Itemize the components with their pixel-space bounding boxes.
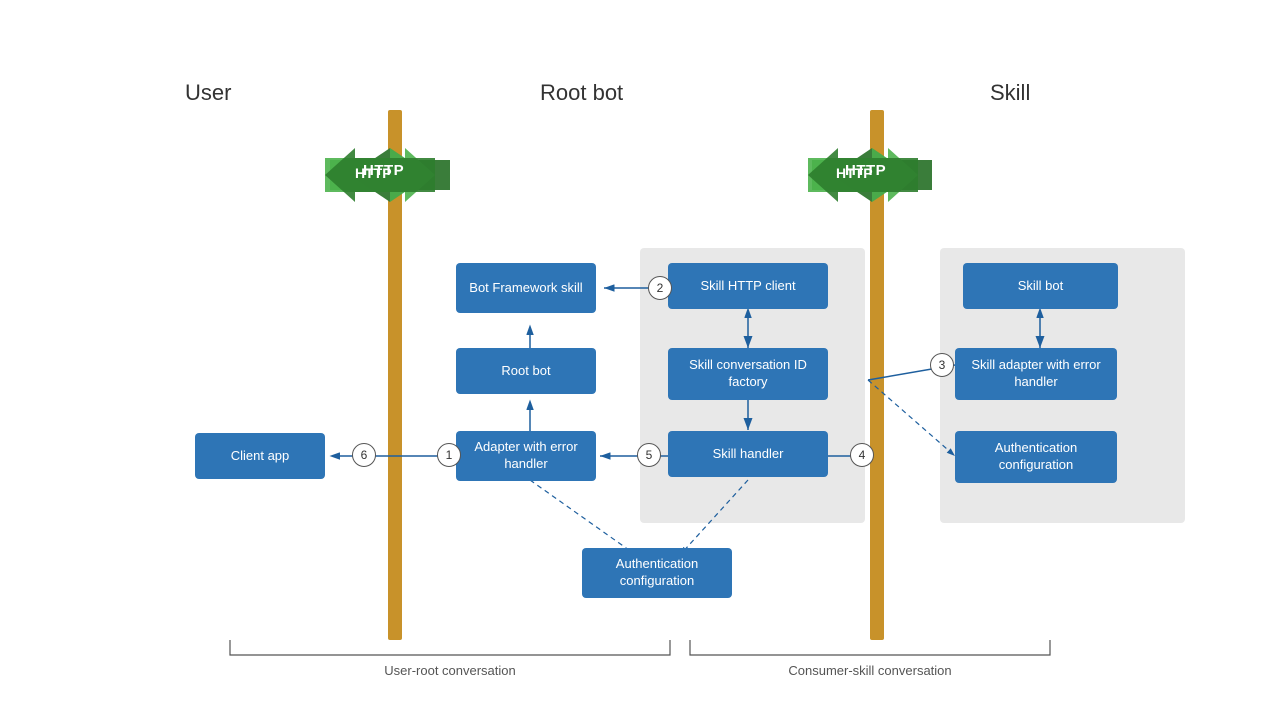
diagram-container: User Root bot Skill — [0, 0, 1280, 720]
skill-conv-id-factory-box: Skill conversation ID factory — [668, 348, 828, 400]
circle-6: 6 — [352, 443, 376, 467]
http-left-text: HTTP — [363, 162, 404, 179]
root-bot-label: Root bot — [540, 80, 623, 106]
circle-1: 1 — [437, 443, 461, 467]
skill-http-client-box: Skill HTTP client — [668, 263, 828, 309]
auth-config-bottom-box: Authentication configuration — [582, 548, 732, 598]
skill-bot-box: Skill bot — [963, 263, 1118, 309]
circle-4: 4 — [850, 443, 874, 467]
adapter-error-handler-box: Adapter with error handler — [456, 431, 596, 481]
client-app-box: Client app — [195, 433, 325, 479]
http-right-text: HTTP — [845, 162, 886, 179]
skill-handler-box: Skill handler — [668, 431, 828, 477]
circle-2: 2 — [648, 276, 672, 300]
pillar-right — [870, 110, 884, 640]
circle-3: 3 — [930, 353, 954, 377]
consumer-skill-conv-label: Consumer-skill conversation — [750, 663, 990, 678]
pillar-left — [388, 110, 402, 640]
skill-label: Skill — [990, 80, 1030, 106]
circle-5: 5 — [637, 443, 661, 467]
bot-framework-skill-box: Bot Framework skill — [456, 263, 596, 313]
user-label: User — [185, 80, 231, 106]
root-bot-box: Root bot — [456, 348, 596, 394]
auth-config-right-box: Authentication configuration — [955, 431, 1117, 483]
user-root-conv-label: User-root conversation — [340, 663, 560, 678]
skill-adapter-error-handler-box: Skill adapter with error handler — [955, 348, 1117, 400]
